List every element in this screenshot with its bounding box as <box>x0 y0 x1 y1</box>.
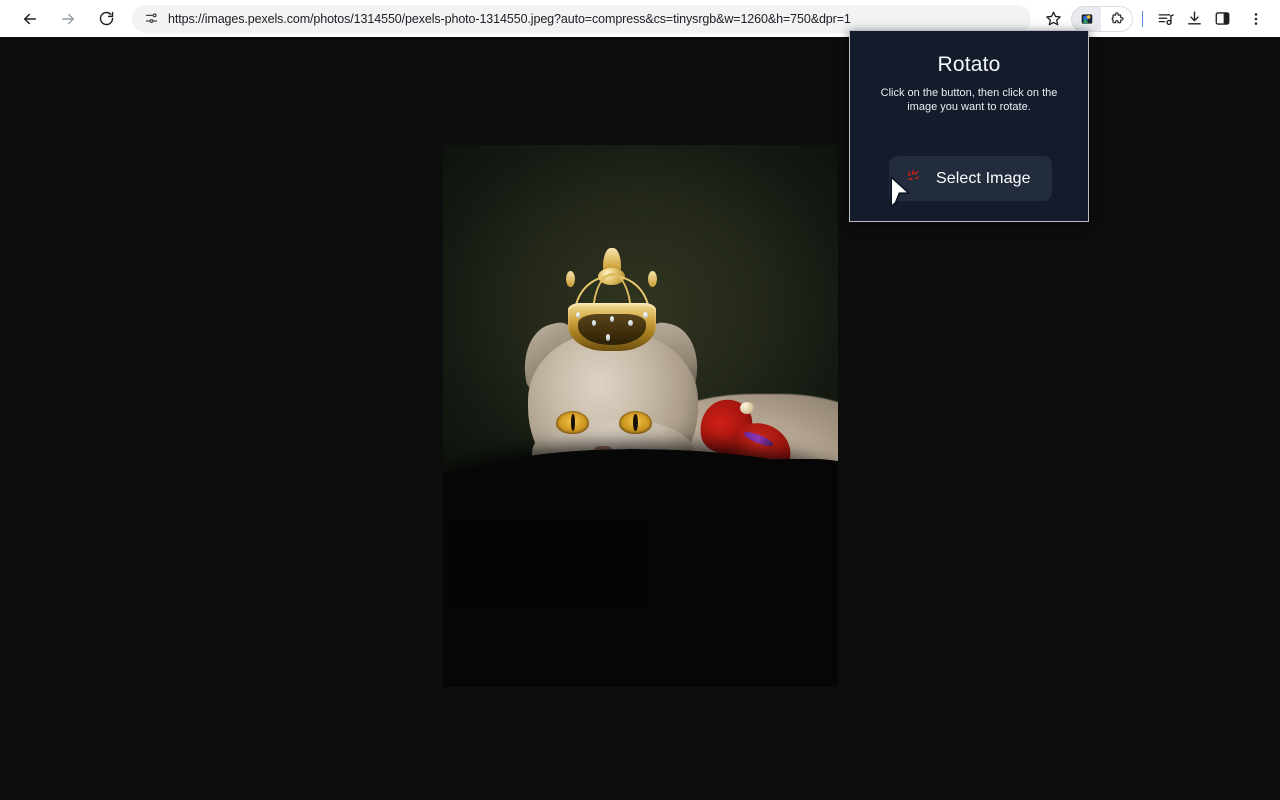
cat-pupil-left <box>570 414 576 431</box>
bookmark-star-icon[interactable] <box>1039 5 1067 33</box>
crown-jewel <box>627 320 633 327</box>
ribbon-bell <box>739 401 755 415</box>
arrow-right-icon <box>59 10 77 28</box>
reading-list-icon[interactable] <box>1152 5 1180 33</box>
extensions-puzzle-icon[interactable] <box>1101 5 1133 32</box>
cat-with-crown-photo[interactable] <box>443 145 838 687</box>
reload-button[interactable] <box>92 5 120 33</box>
rotato-extension-icon[interactable] <box>1071 5 1101 32</box>
crown-point-left <box>565 270 575 288</box>
toolbar-actions <box>1039 5 1272 33</box>
crown-jewel <box>643 311 648 318</box>
click-burst-icon <box>904 167 928 191</box>
photo-foreground-cloth-right <box>648 459 838 687</box>
cat-pupil-right <box>633 414 638 431</box>
reload-icon <box>98 10 115 27</box>
download-icon[interactable] <box>1180 5 1208 33</box>
popup-subtitle: Click on the button, then click on the i… <box>880 87 1058 113</box>
cat-eye-left <box>555 411 590 434</box>
select-image-button[interactable]: Select Image <box>889 156 1052 201</box>
rotato-extension-popup: Rotato Click on the button, then click o… <box>849 30 1089 222</box>
popup-title: Rotato <box>937 53 1001 76</box>
side-panel-icon[interactable] <box>1208 5 1236 33</box>
back-button[interactable] <box>16 5 44 33</box>
crown-jewel <box>575 311 581 318</box>
select-image-label: Select Image <box>936 169 1031 187</box>
address-bar-url[interactable]: https://images.pexels.com/photos/1314550… <box>168 12 851 26</box>
cat-eye-right <box>618 411 652 434</box>
arrow-left-icon <box>21 10 39 28</box>
site-settings-icon[interactable] <box>142 10 160 28</box>
more-menu-icon[interactable] <box>1242 5 1270 33</box>
gold-crown <box>562 247 663 351</box>
forward-button[interactable] <box>54 5 82 33</box>
crown-point-right <box>648 270 658 288</box>
address-bar[interactable]: https://images.pexels.com/photos/1314550… <box>132 4 1031 33</box>
rotato-extension-glyph <box>1079 12 1094 25</box>
crown-jewel <box>605 334 611 341</box>
toolbar-divider <box>1142 10 1143 27</box>
